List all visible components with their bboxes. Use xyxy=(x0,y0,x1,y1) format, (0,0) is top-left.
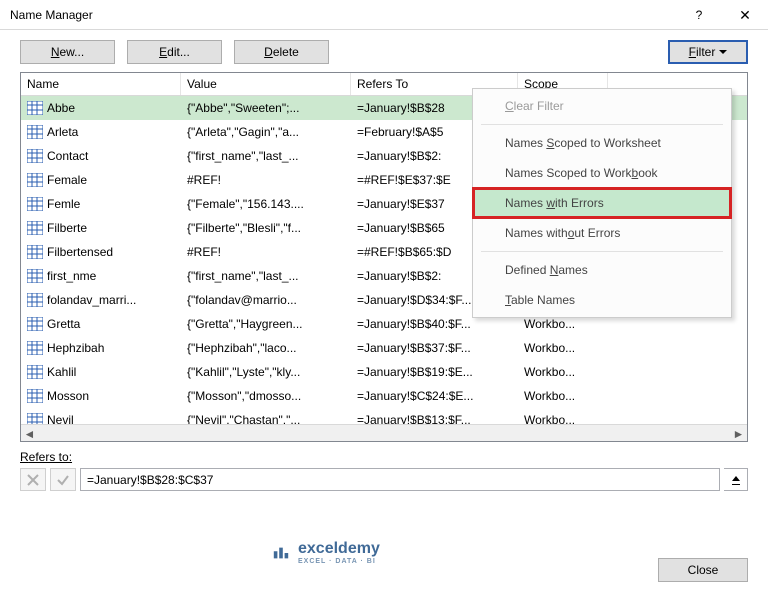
menu-clear-filter[interactable]: Clear Filter xyxy=(473,91,731,121)
cancel-refers-button[interactable] xyxy=(20,468,46,491)
refers-to-area: Refers to: xyxy=(20,448,748,491)
row-value: {"Abbe","Sweeten";... xyxy=(181,99,351,117)
defined-name-icon xyxy=(27,101,43,115)
defined-name-icon xyxy=(27,365,43,379)
row-value: {"first_name","last_... xyxy=(181,267,351,285)
row-name: Filberte xyxy=(47,221,87,235)
refers-to-label: Refers to: xyxy=(20,448,748,466)
window-title: Name Manager xyxy=(10,8,676,22)
edit-button[interactable]: Edit... xyxy=(127,40,222,64)
filter-menu: Clear Filter Names Scoped to Worksheet N… xyxy=(472,88,732,318)
check-icon xyxy=(56,473,70,487)
row-refers: =January!$C$24:$E... xyxy=(351,387,518,405)
watermark-icon xyxy=(270,544,292,562)
col-name[interactable]: Name xyxy=(21,73,181,95)
row-value: {"Hephzibah","laco... xyxy=(181,339,351,357)
row-value: {"Female","156.143.... xyxy=(181,195,351,213)
horizontal-scrollbar[interactable]: ◄ ► xyxy=(21,424,747,441)
row-value: {"Gretta","Haygreen... xyxy=(181,315,351,333)
row-value: #REF! xyxy=(181,243,351,261)
filter-button[interactable]: Filter xyxy=(668,40,748,64)
window-close-button[interactable]: ✕ xyxy=(722,0,768,30)
menu-names-with-errors[interactable]: Names with Errors xyxy=(473,188,731,218)
menu-separator xyxy=(481,251,723,252)
row-value: {"folandav@marrio... xyxy=(181,291,351,309)
row-scope: Workbo... xyxy=(518,387,608,405)
toolbar: New... Edit... Delete Filter xyxy=(0,30,768,72)
watermark: exceldemy EXCEL · DATA · BI xyxy=(270,540,380,565)
defined-name-icon xyxy=(27,341,43,355)
row-value: {"Kahlil","Lyste","kly... xyxy=(181,363,351,381)
row-name: Femle xyxy=(47,197,80,211)
row-name: first_nme xyxy=(47,269,96,283)
accept-refers-button[interactable] xyxy=(50,468,76,491)
menu-defined-names[interactable]: Defined Names xyxy=(473,255,731,285)
row-name: Filbertensed xyxy=(47,245,113,259)
chevron-down-icon xyxy=(719,50,727,54)
watermark-brand: exceldemy xyxy=(298,540,380,558)
row-scope: Workbo... xyxy=(518,363,608,381)
scroll-right-icon[interactable]: ► xyxy=(730,425,747,442)
row-scope: Workbo... xyxy=(518,339,608,357)
defined-name-icon xyxy=(27,389,43,403)
row-name: Hephzibah xyxy=(47,341,104,355)
row-refers: =January!$B$19:$E... xyxy=(351,363,518,381)
row-name: Contact xyxy=(47,149,88,163)
row-value: {"Arleta","Gagin","a... xyxy=(181,123,351,141)
menu-table-names[interactable]: Table Names xyxy=(473,285,731,315)
row-value: {"Filberte","Blesli","f... xyxy=(181,219,351,237)
menu-separator xyxy=(481,124,723,125)
row-name: Arleta xyxy=(47,125,78,139)
expand-refers-button[interactable] xyxy=(724,468,748,491)
help-button[interactable]: ? xyxy=(676,0,722,30)
row-name: folandav_marri... xyxy=(47,293,136,307)
col-value[interactable]: Value xyxy=(181,73,351,95)
menu-scoped-workbook[interactable]: Names Scoped to Workbook xyxy=(473,158,731,188)
close-button[interactable]: Close xyxy=(658,558,748,582)
row-refers: =January!$B$37:$F... xyxy=(351,339,518,357)
titlebar: Name Manager ? ✕ xyxy=(0,0,768,30)
row-name: Kahlil xyxy=(47,365,76,379)
row-value: {"Mosson","dmosso... xyxy=(181,387,351,405)
watermark-tagline: EXCEL · DATA · BI xyxy=(298,558,380,565)
new-button[interactable]: New... xyxy=(20,40,115,64)
x-icon xyxy=(26,473,40,487)
defined-name-icon xyxy=(27,173,43,187)
defined-name-icon xyxy=(27,221,43,235)
row-value: {"first_name","last_... xyxy=(181,147,351,165)
row-name: Abbe xyxy=(47,101,75,115)
defined-name-icon xyxy=(27,317,43,331)
scroll-left-icon[interactable]: ◄ xyxy=(21,425,38,442)
delete-button[interactable]: Delete xyxy=(234,40,329,64)
table-row[interactable]: Hephzibah {"Hephzibah","laco...=January!$… xyxy=(21,336,747,360)
row-name: Mosson xyxy=(47,389,89,403)
row-name: Gretta xyxy=(47,317,80,331)
menu-names-without-errors[interactable]: Names without Errors xyxy=(473,218,731,248)
row-value: #REF! xyxy=(181,171,351,189)
table-row[interactable]: Kahlil {"Kahlil","Lyste","kly...=January!… xyxy=(21,360,747,384)
collapse-dialog-icon xyxy=(730,474,742,486)
defined-name-icon xyxy=(27,197,43,211)
defined-name-icon xyxy=(27,125,43,139)
defined-name-icon xyxy=(27,245,43,259)
defined-name-icon xyxy=(27,269,43,283)
table-row[interactable]: Mosson {"Mosson","dmosso...=January!$C$24… xyxy=(21,384,747,408)
refers-to-input[interactable] xyxy=(80,468,720,491)
row-name: Female xyxy=(47,173,87,187)
defined-name-icon xyxy=(27,149,43,163)
menu-scoped-worksheet[interactable]: Names Scoped to Worksheet xyxy=(473,128,731,158)
defined-name-icon xyxy=(27,293,43,307)
